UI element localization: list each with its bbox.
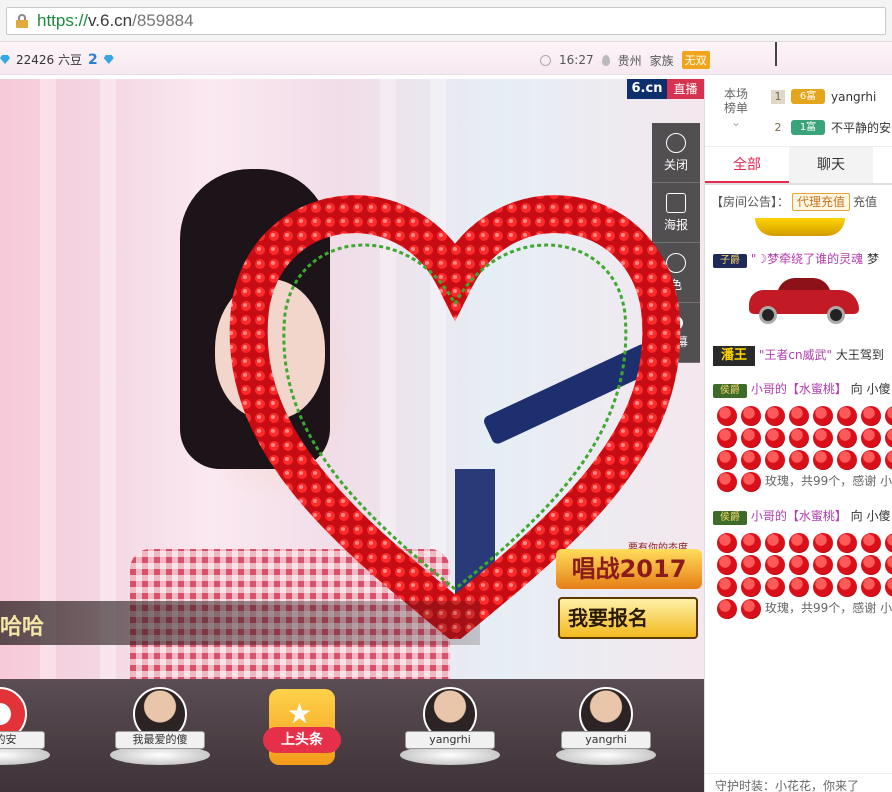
- ranking-board: 本场 榜单 ⌄ 1 6富 yangrhi 2 1富 不平静的安: [705, 79, 892, 147]
- signup-button[interactable]: 我要报名: [558, 597, 698, 639]
- location-pin-icon: [601, 54, 610, 66]
- room-info-strip: 22426 六豆 2 16:27 贵州 家族 无双: [0, 42, 892, 75]
- star-icon: ★: [287, 697, 313, 730]
- family-tag[interactable]: 无双: [681, 51, 710, 69]
- tab-all[interactable]: 全部: [705, 147, 789, 183]
- chat-message: 子爵 "☽梦牵绕了谁的灵魂 梦: [705, 246, 892, 272]
- chat-message: 潘王 "王者cn威武" 大王驾到: [705, 342, 892, 370]
- divider: [775, 42, 777, 66]
- live-video[interactable]: 6.cn 直播 关闭 海报 色 弹幕 哈哈 唱战2017 我要报名: [0, 79, 704, 679]
- seat-name: yangrhi: [561, 731, 651, 749]
- gift-message: 侯爵 小哥的【水蜜桃】 向 小傻: [705, 376, 892, 402]
- gift-message: 侯爵 小哥的【水蜜桃】 向 小傻: [705, 503, 892, 529]
- lock-icon: [15, 14, 29, 28]
- tab-chat[interactable]: 聊天: [789, 147, 873, 183]
- agent-recharge-button[interactable]: 代理充值: [792, 193, 851, 211]
- audience-strip: 静的安 我最爱的傻 ★ 上头条 yangrhi yangrhi: [0, 679, 704, 792]
- headline-button[interactable]: ★ 上头条: [263, 689, 341, 765]
- curtain-stripe: [100, 79, 116, 679]
- audience-seat[interactable]: 我最爱的傻: [100, 679, 220, 792]
- location-text: 贵州: [617, 53, 642, 68]
- chat-panel: 本场 榜单 ⌄ 1 6富 yangrhi 2 1富 不平静的安 全部 聊天 【房…: [704, 79, 892, 792]
- vip-badge: 侯爵: [713, 384, 747, 398]
- chat-tabs: 全部 聊天: [705, 147, 892, 185]
- beans-count: 22426 六豆: [16, 53, 82, 67]
- promo-banner[interactable]: 要有你的态度 唱战2017 我要报名: [556, 543, 702, 639]
- ranking-toggle[interactable]: 本场 榜单 ⌄: [705, 79, 767, 147]
- chevron-down-icon: ⌄: [730, 115, 742, 129]
- vip-badge: 潘王: [713, 346, 755, 366]
- audience-seat[interactable]: yangrhi: [546, 679, 666, 792]
- power-icon: [666, 132, 686, 153]
- audience-seat[interactable]: yangrhi: [390, 679, 510, 792]
- address-bar: https://v.6.cn/859884: [0, 0, 892, 42]
- url-field[interactable]: https://v.6.cn/859884: [6, 7, 886, 35]
- promo-title: 唱战2017: [556, 549, 702, 589]
- seat-name: 我最爱的傻: [115, 731, 205, 749]
- audience-seat[interactable]: 静的安: [0, 679, 60, 792]
- diamond-icon: [103, 55, 114, 64]
- diamond-icon: [0, 55, 10, 64]
- url-text[interactable]: https://v.6.cn/859884: [37, 11, 194, 31]
- clock-icon: [540, 54, 551, 66]
- seat-name: 静的安: [0, 731, 45, 749]
- family-label: 家族: [649, 53, 674, 68]
- time-text: 16:27: [559, 53, 594, 67]
- vip-badge: 侯爵: [713, 511, 747, 525]
- seat-name: yangrhi: [405, 731, 495, 749]
- site-logo: 6.cn 直播: [627, 79, 704, 99]
- yellow-car-image: [755, 218, 845, 236]
- rank-row[interactable]: 2 1富 不平静的安: [771, 119, 891, 136]
- streamer-name-banner: 哈哈: [0, 601, 480, 645]
- vip-badge: 子爵: [713, 254, 747, 268]
- curtain-stripe: [40, 79, 56, 679]
- room-notice: 【房间公告】： 代理充值 充值: [711, 193, 878, 211]
- footer-notice: 守护时装：小花花，你来了: [705, 773, 892, 792]
- headline-slot[interactable]: ★ 上头条: [244, 679, 364, 792]
- car-image: [749, 276, 859, 324]
- browser-window: https://v.6.cn/859884 22426 六豆 2 16:27 贵…: [0, 0, 892, 792]
- rank-row[interactable]: 1 6富 yangrhi: [771, 89, 876, 104]
- diamond-count: 2: [88, 51, 98, 68]
